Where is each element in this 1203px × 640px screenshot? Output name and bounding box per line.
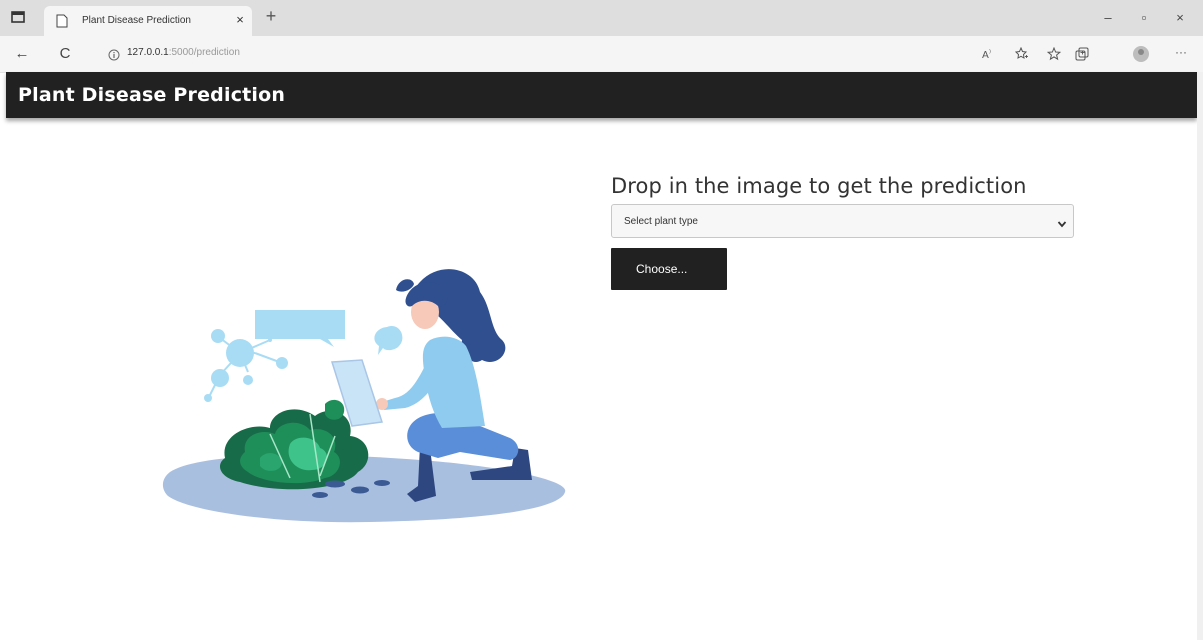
page-scrollbar[interactable] — [1197, 72, 1203, 640]
choose-button-label: Choose... — [636, 262, 688, 276]
browser-tab[interactable]: Plant Disease Prediction × — [44, 6, 252, 36]
hero-illustration — [120, 190, 610, 590]
back-arrow-icon[interactable]: ← — [14, 46, 30, 62]
tab-title: Plant Disease Prediction — [82, 15, 191, 26]
plant-type-select[interactable]: Select plant type — [611, 204, 1074, 238]
restore-icon[interactable]: ▫ — [1136, 10, 1152, 26]
page-icon — [56, 14, 70, 28]
site-navbar: Plant Disease Prediction — [6, 72, 1197, 118]
collections-icon[interactable] — [1075, 47, 1089, 61]
tab-actions-icon[interactable] — [10, 9, 26, 25]
add-favorite-icon[interactable] — [1015, 47, 1029, 61]
site-info-icon[interactable] — [108, 48, 120, 61]
browser-toolbar: ← C 127.0.0.1:5000/prediction A) ··· — [0, 36, 1203, 73]
url-path: :5000/prediction — [168, 47, 240, 58]
read-aloud-icon[interactable]: A) — [981, 47, 995, 61]
window-close-icon[interactable]: × — [1172, 10, 1188, 26]
tab-close-icon[interactable]: × — [234, 13, 246, 26]
minimize-icon[interactable]: – — [1100, 10, 1116, 26]
browser-tab-bar: Plant Disease Prediction × + – ▫ × — [0, 0, 1203, 36]
url-host: 127.0.0.1 — [127, 47, 169, 58]
reload-icon[interactable]: C — [57, 46, 73, 62]
svg-text:A: A — [982, 50, 989, 61]
new-tab-icon[interactable]: + — [262, 7, 280, 25]
navbar-brand[interactable]: Plant Disease Prediction — [18, 84, 285, 106]
favorites-icon[interactable] — [1047, 47, 1061, 61]
plant-type-selected: Select plant type — [624, 216, 698, 227]
profile-avatar-icon[interactable] — [1133, 46, 1149, 62]
choose-file-button[interactable]: Choose... — [611, 248, 727, 290]
svg-text:): ) — [989, 49, 991, 55]
page-heading: Drop in the image to get the prediction — [611, 174, 1027, 198]
more-menu-icon[interactable]: ··· — [1175, 45, 1187, 59]
chevron-down-icon — [1057, 216, 1067, 228]
address-bar[interactable]: 127.0.0.1:5000/prediction — [127, 47, 240, 58]
